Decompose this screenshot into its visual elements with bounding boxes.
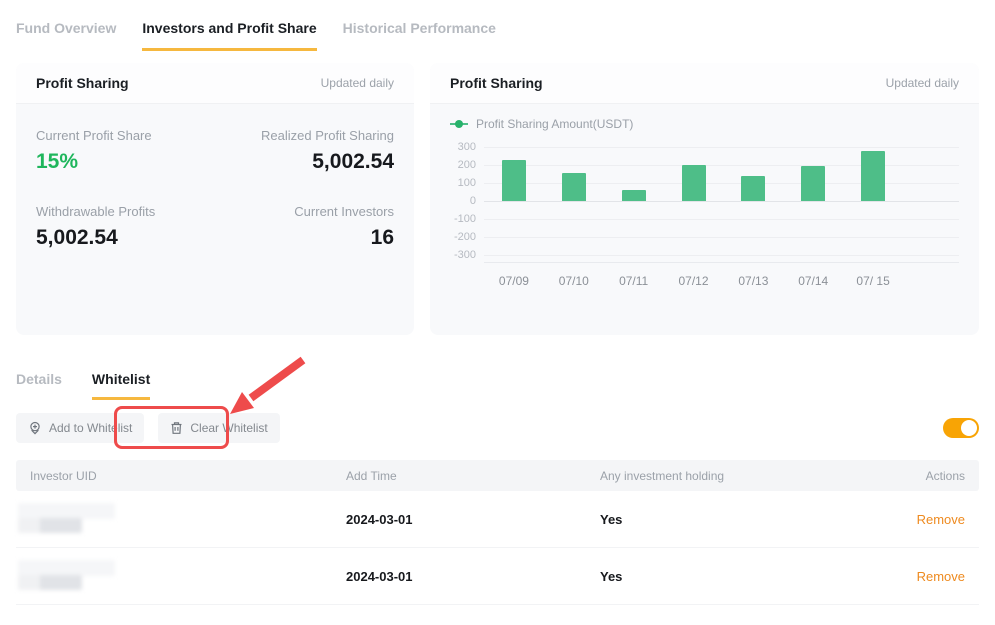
gridline bbox=[484, 165, 959, 166]
gridline bbox=[484, 237, 959, 238]
gridline bbox=[484, 201, 959, 202]
col-investment-holding: Any investment holding bbox=[600, 469, 875, 483]
y-tick-label: 300 bbox=[458, 142, 476, 153]
summary-stats: Current Profit Share 15% Realized Profit… bbox=[16, 104, 414, 274]
gridline bbox=[484, 147, 959, 148]
chart-body: Profit Sharing Amount(USDT) 300 200 100 0 -1… bbox=[430, 104, 979, 288]
blurred-uid bbox=[18, 503, 118, 535]
chart-card-title: Profit Sharing bbox=[450, 75, 543, 91]
chart-bar bbox=[861, 151, 885, 201]
col-investor-uid: Investor UID bbox=[30, 469, 346, 483]
tab-details[interactable]: Details bbox=[16, 371, 62, 400]
gridline bbox=[484, 183, 959, 184]
add-to-whitelist-icon bbox=[28, 421, 42, 435]
holding-cell: Yes bbox=[600, 512, 875, 527]
add-time-cell: 2024-03-01 bbox=[346, 569, 600, 584]
x-tick-label: 07/11 bbox=[604, 274, 664, 288]
chart-bar bbox=[801, 166, 825, 201]
gridline bbox=[484, 219, 959, 220]
chart-xlabels: 07/0907/1007/1107/1207/1307/1407/ 15 bbox=[484, 274, 959, 288]
profit-sharing-chart-card: Profit Sharing Updated daily Profit Shar… bbox=[430, 63, 979, 335]
chart-bar bbox=[682, 165, 706, 201]
profit-sharing-summary-card: Profit Sharing Updated daily Current Pro… bbox=[16, 63, 414, 335]
legend-line-dot-icon bbox=[450, 120, 468, 128]
table-row: 2024-03-01 Yes Remove bbox=[16, 548, 979, 605]
y-tick-label: 100 bbox=[458, 178, 476, 189]
summary-card-header: Profit Sharing Updated daily bbox=[16, 63, 414, 104]
y-tick-label: -100 bbox=[454, 214, 476, 225]
chart-bar bbox=[502, 160, 526, 201]
table-header-row: Investor UID Add Time Any investment hol… bbox=[16, 460, 979, 491]
remove-button[interactable]: Remove bbox=[917, 569, 965, 584]
tab-whitelist[interactable]: Whitelist bbox=[92, 371, 150, 400]
stat-realized-profit-sharing: Realized Profit Sharing 5,002.54 bbox=[215, 128, 394, 174]
chart-plot-column: 07/0907/1007/1107/1207/1307/1407/ 15 bbox=[484, 147, 959, 288]
chart-bar bbox=[622, 190, 646, 201]
masked-investor-uid bbox=[30, 503, 346, 535]
chart-bar bbox=[562, 173, 586, 201]
chart-card-header: Profit Sharing Updated daily bbox=[430, 63, 979, 104]
col-actions: Actions bbox=[875, 469, 965, 483]
stat-label: Current Profit Share bbox=[36, 128, 215, 143]
x-tick-label: 07/09 bbox=[484, 274, 544, 288]
cards-row: Profit Sharing Updated daily Current Pro… bbox=[16, 63, 979, 335]
bar-chart: 3002001000-100-200-300 07/0907/1007/1107… bbox=[450, 147, 959, 288]
masked-investor-uid bbox=[30, 560, 346, 592]
x-tick-label: 07/10 bbox=[544, 274, 604, 288]
legend-label: Profit Sharing Amount(USDT) bbox=[476, 117, 633, 131]
add-time-cell: 2024-03-01 bbox=[346, 512, 600, 527]
tab-fund-overview[interactable]: Fund Overview bbox=[16, 20, 116, 51]
stat-value: 15% bbox=[36, 150, 215, 174]
add-to-whitelist-button[interactable]: Add to Whitelist bbox=[16, 413, 144, 443]
y-tick-label: -200 bbox=[454, 232, 476, 243]
whitelist-toggle[interactable] bbox=[943, 418, 979, 438]
y-tick-label: -300 bbox=[454, 250, 476, 261]
gridline bbox=[484, 255, 959, 256]
stat-label: Realized Profit Sharing bbox=[215, 128, 394, 143]
stat-value: 16 bbox=[215, 226, 394, 250]
chart-legend: Profit Sharing Amount(USDT) bbox=[450, 117, 959, 131]
clear-whitelist-label: Clear Whitelist bbox=[190, 421, 267, 435]
summary-updated-daily-label: Updated daily bbox=[321, 76, 394, 90]
chart-bar bbox=[741, 176, 765, 201]
add-to-whitelist-label: Add to Whitelist bbox=[49, 421, 132, 435]
stat-current-investors: Current Investors 16 bbox=[215, 204, 394, 250]
table-row: 2024-03-01 Yes Remove bbox=[16, 491, 979, 548]
trash-icon bbox=[170, 421, 183, 435]
stat-value: 5,002.54 bbox=[36, 226, 215, 250]
tab-investors-profit-share[interactable]: Investors and Profit Share bbox=[142, 20, 316, 51]
whitelist-table: Investor UID Add Time Any investment hol… bbox=[16, 460, 979, 605]
toggle-knob bbox=[961, 420, 977, 436]
stat-current-profit-share: Current Profit Share 15% bbox=[36, 128, 215, 174]
chart-ylabels: 3002001000-100-200-300 bbox=[450, 147, 484, 255]
x-tick-label: 07/12 bbox=[664, 274, 724, 288]
whitelist-toolbar: Add to Whitelist Clear Whitelist bbox=[16, 412, 979, 444]
summary-card-title: Profit Sharing bbox=[36, 75, 129, 91]
clear-whitelist-button[interactable]: Clear Whitelist bbox=[158, 413, 279, 443]
chart-x-axis-line bbox=[484, 262, 959, 263]
detail-tab-bar: Details Whitelist bbox=[16, 371, 979, 400]
x-tick-label: 07/13 bbox=[723, 274, 783, 288]
stat-value: 5,002.54 bbox=[215, 150, 394, 174]
stat-label: Current Investors bbox=[215, 204, 394, 219]
x-tick-label: 07/14 bbox=[783, 274, 843, 288]
blurred-uid bbox=[18, 560, 118, 592]
chart-updated-daily-label: Updated daily bbox=[886, 76, 959, 90]
stat-withdrawable-profits: Withdrawable Profits 5,002.54 bbox=[36, 204, 215, 250]
tab-historical-performance[interactable]: Historical Performance bbox=[343, 20, 496, 51]
holding-cell: Yes bbox=[600, 569, 875, 584]
top-tab-bar: Fund Overview Investors and Profit Share… bbox=[0, 0, 995, 51]
col-add-time: Add Time bbox=[346, 469, 600, 483]
chart-plot bbox=[484, 147, 959, 255]
remove-button[interactable]: Remove bbox=[917, 512, 965, 527]
stat-label: Withdrawable Profits bbox=[36, 204, 215, 219]
y-tick-label: 200 bbox=[458, 160, 476, 171]
y-tick-label: 0 bbox=[470, 196, 476, 207]
x-tick-label: 07/ 15 bbox=[843, 274, 903, 288]
